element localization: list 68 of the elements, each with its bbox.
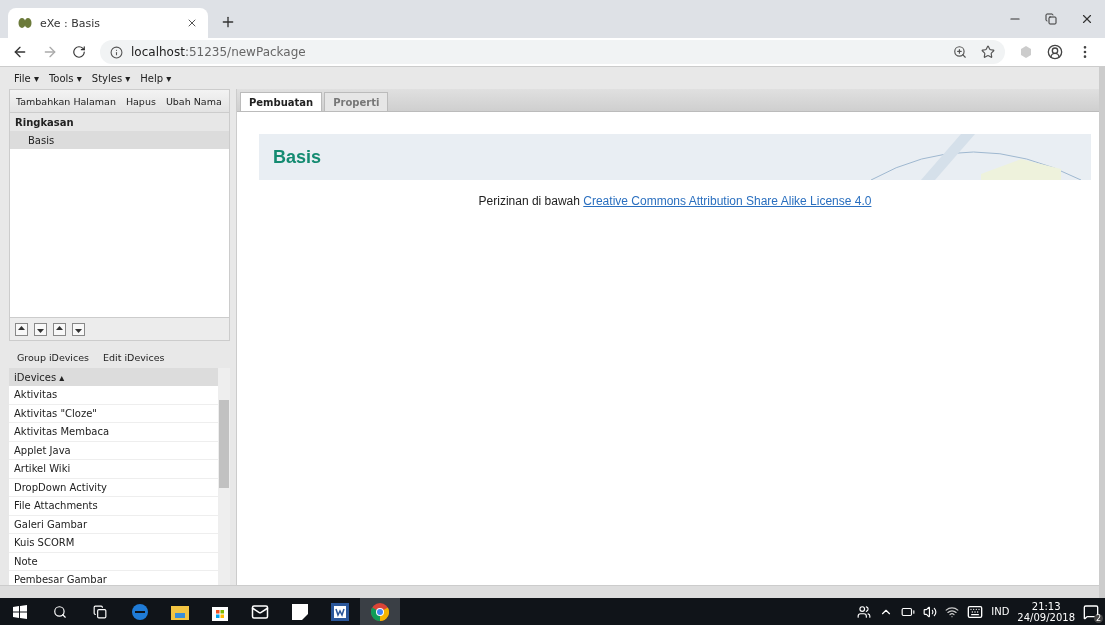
address-bar[interactable]: localhost:51235/newPackage — [100, 40, 1005, 64]
windows-logo-icon — [13, 604, 27, 619]
list-item[interactable]: Aktivitas — [9, 386, 218, 405]
list-item[interactable]: DropDown Activity — [9, 478, 218, 497]
move-up-button[interactable] — [53, 322, 66, 336]
chrome-logo-icon — [371, 602, 389, 621]
list-item[interactable]: Kuis SCORM — [9, 534, 218, 553]
vertical-scrollbar[interactable] — [218, 386, 230, 585]
forward-icon — [42, 44, 58, 60]
chrome-button[interactable] — [360, 598, 400, 625]
move-down-button[interactable] — [72, 322, 85, 336]
toolbar-button[interactable]: Tambahkan Halaman — [16, 95, 116, 107]
profile-icon — [1047, 44, 1063, 60]
browser-tab[interactable]: eXe : Basis — [8, 8, 208, 38]
task-view-icon — [93, 604, 107, 619]
mail-icon — [251, 602, 269, 621]
list-item[interactable]: Galeri Gambar — [9, 515, 218, 534]
wifi-icon — [945, 604, 960, 619]
url-host: localhost — [131, 45, 185, 59]
list-item[interactable]: Aktivitas Membaca — [9, 423, 218, 442]
people-icon — [857, 604, 872, 619]
word-document-icon — [331, 602, 349, 621]
toolbar-button[interactable]: Hapus — [125, 95, 156, 107]
search-icon — [53, 604, 67, 619]
restore-icon — [1045, 13, 1057, 25]
zoom-icon — [953, 45, 967, 59]
list-item[interactable]: Artikel Wiki — [9, 460, 218, 479]
folder-icon — [171, 603, 189, 620]
speaker-icon — [923, 604, 938, 619]
content-tab[interactable]: Pembuatan — [240, 92, 323, 111]
tree-item[interactable]: Basis — [10, 131, 229, 149]
notification-count: 2 — [1093, 613, 1103, 623]
list-item[interactable]: File Attachments — [9, 497, 218, 516]
language-indicator[interactable]: IND — [991, 606, 1010, 617]
list-item[interactable]: Applet Java — [9, 441, 218, 460]
bug-logo-icon — [18, 17, 32, 29]
content-tab[interactable]: Properti — [324, 92, 389, 111]
menu-item[interactable]: File ▾ — [14, 72, 39, 84]
menu-item[interactable]: Tools ▾ — [48, 72, 82, 84]
horizontal-scrollbar[interactable] — [0, 585, 1099, 598]
close-icon — [186, 17, 198, 29]
license-text: Perizinan di bawah Creative Commons Attribution Share Alike License 4.0 — [477, 194, 873, 208]
menu-item[interactable]: Styles ▾ — [91, 72, 131, 84]
reload-icon — [72, 45, 86, 59]
back-icon — [12, 44, 28, 60]
notification-icon — [1083, 603, 1099, 620]
tree-root[interactable]: Ringkasan — [10, 113, 229, 131]
close-icon — [1080, 12, 1094, 26]
panel-tab[interactable]: Group iDevices — [17, 351, 90, 363]
license-link[interactable]: Creative Commons Attribution Share Alike License 4.0 — [583, 194, 872, 208]
new-tab-icon[interactable] — [220, 14, 236, 30]
move-top-button[interactable] — [15, 322, 28, 336]
star-icon — [981, 45, 995, 59]
list-item[interactable]: Note — [9, 552, 218, 571]
url-path: :51235/newPackage — [184, 45, 306, 59]
page-title: Basis — [273, 146, 322, 168]
toolbar-button[interactable]: Ubah Nama — [165, 95, 222, 107]
clock-date: 24/09/2018 — [1017, 611, 1075, 623]
note-icon — [292, 603, 308, 620]
clock-time: 21:13 — [1031, 600, 1061, 612]
menu-item[interactable]: Help ▾ — [140, 72, 172, 84]
list-item[interactable]: Aktivitas "Cloze" — [9, 404, 218, 423]
column-header[interactable]: iDevices ▴ — [9, 368, 230, 386]
info-icon — [110, 45, 123, 59]
move-bottom-button[interactable] — [34, 322, 47, 336]
tab-title: eXe : Basis — [40, 16, 102, 30]
keyboard-icon — [967, 603, 984, 620]
panel-tab[interactable]: Edit iDevices — [103, 351, 165, 363]
